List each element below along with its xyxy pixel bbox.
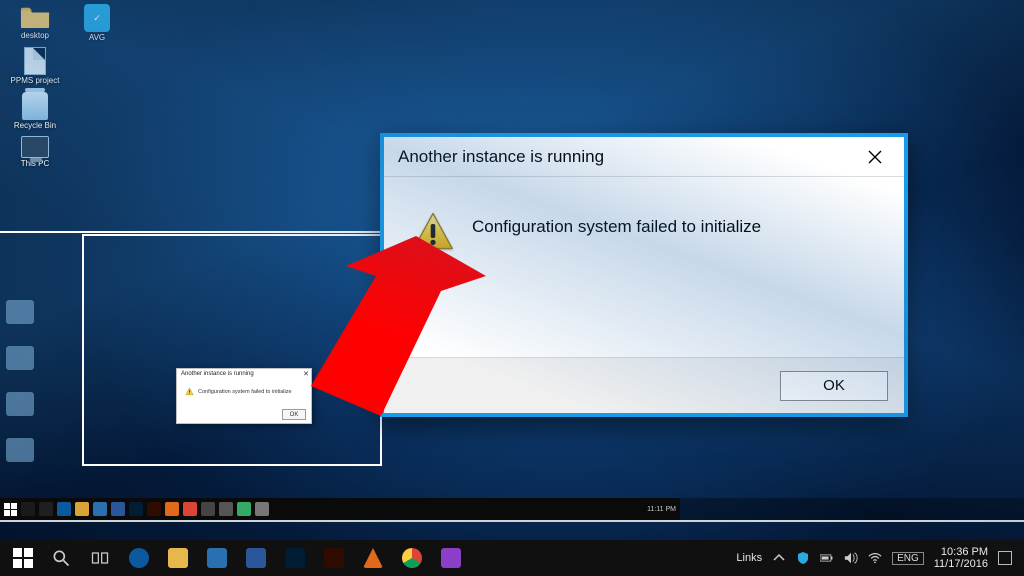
battery-icon[interactable] xyxy=(820,551,834,565)
desktop-icon-generic[interactable] xyxy=(6,346,34,370)
dialog-message: Configuration system failed to initializ… xyxy=(472,211,761,237)
shield-icon[interactable] xyxy=(796,551,810,565)
error-dialog: Another instance is running Configu xyxy=(384,137,904,413)
taskbar-app-generic[interactable] xyxy=(201,502,215,516)
zoom-source-frame xyxy=(82,234,382,466)
desktop-icons-col1: desktop PPMS project Recycle Bin This PC xyxy=(6,4,64,169)
taskbar-app-chrome[interactable] xyxy=(183,502,197,516)
ok-button[interactable]: OK xyxy=(780,371,888,401)
clock-time: 10:36 PM xyxy=(934,546,988,558)
recycle-bin-icon xyxy=(22,92,48,120)
close-icon xyxy=(868,150,882,164)
taskbar-app-chrome[interactable] xyxy=(394,544,430,572)
mini-dialog-title: Another instance is running xyxy=(181,371,307,377)
mini-dialog-message: Configuration system failed to initializ… xyxy=(198,389,292,395)
desktop-icon-generic[interactable] xyxy=(6,438,34,462)
desktop-icon-this-pc[interactable]: This PC xyxy=(6,136,64,169)
wifi-icon[interactable] xyxy=(868,551,882,565)
desktop-icon-desktop[interactable]: desktop xyxy=(6,4,64,41)
icon-label: Recycle Bin xyxy=(14,122,56,131)
outer-taskbar: Links ENG 10:36 PM 11/17/2016 xyxy=(0,540,1024,576)
inner-taskbar: 11:11 PM xyxy=(0,498,680,520)
taskview-icon[interactable] xyxy=(39,502,53,516)
taskbar-search-icon[interactable] xyxy=(43,544,79,572)
taskview-icon[interactable] xyxy=(82,544,118,572)
taskbar-app-edge[interactable] xyxy=(57,502,71,516)
taskbar-app-generic[interactable] xyxy=(255,502,269,516)
taskbar-app-word[interactable] xyxy=(238,544,274,572)
taskbar-search-icon[interactable] xyxy=(21,502,35,516)
taskbar-app-explorer[interactable] xyxy=(75,502,89,516)
folder-icon xyxy=(20,4,50,30)
icon-label: PPMS project xyxy=(11,77,60,86)
taskbar-app-generic[interactable] xyxy=(237,502,251,516)
taskbar-app-ai[interactable] xyxy=(147,502,161,516)
dialog-footer: OK xyxy=(384,357,904,413)
desktop-icon-generic[interactable] xyxy=(6,392,34,416)
error-dialog-window[interactable]: Another instance is running Configu xyxy=(380,133,908,417)
dialog-titlebar[interactable]: Another instance is running xyxy=(384,137,904,177)
icon-label: AVG xyxy=(89,34,105,43)
taskbar-app-ps[interactable] xyxy=(277,544,313,572)
start-button[interactable] xyxy=(6,544,40,572)
taskbar-app-generic[interactable] xyxy=(219,502,233,516)
mini-close-icon[interactable]: ✕ xyxy=(303,370,309,378)
this-pc-icon xyxy=(21,136,49,158)
taskbar-app-vlc[interactable] xyxy=(355,544,391,572)
inner-taskbar-clock[interactable]: 11:11 PM xyxy=(647,506,676,513)
icon-label: desktop xyxy=(21,32,49,41)
taskbar-app-generic[interactable] xyxy=(433,544,469,572)
action-center-icon[interactable] xyxy=(998,551,1012,565)
taskbar-app-store[interactable] xyxy=(199,544,235,572)
document-icon xyxy=(24,47,46,75)
mini-error-dialog[interactable]: Another instance is running ✕ Configurat… xyxy=(176,368,312,424)
inner-taskbar-shadow xyxy=(680,498,1024,520)
system-tray: Links ENG 10:36 PM 11/17/2016 xyxy=(736,546,1018,570)
start-button[interactable] xyxy=(4,503,17,516)
divider-line xyxy=(0,520,1024,522)
divider-line xyxy=(0,231,382,233)
dialog-body: Configuration system failed to initializ… xyxy=(384,177,904,357)
language-indicator[interactable]: ENG xyxy=(892,552,924,565)
desktop-icon-avg[interactable]: ✓ AVG xyxy=(68,4,126,43)
close-button[interactable] xyxy=(856,143,894,171)
taskbar-app-word[interactable] xyxy=(111,502,125,516)
taskbar-app-store[interactable] xyxy=(93,502,107,516)
volume-icon[interactable] xyxy=(844,551,858,565)
desktop-icons-blurred xyxy=(6,300,34,462)
desktop-icon-ppms[interactable]: PPMS project xyxy=(6,47,64,86)
taskbar-app-ps[interactable] xyxy=(129,502,143,516)
links-label[interactable]: Links xyxy=(736,552,762,564)
desktop-icon-generic[interactable] xyxy=(6,300,34,324)
taskbar-clock[interactable]: 10:36 PM 11/17/2016 xyxy=(934,546,988,570)
warning-icon xyxy=(412,211,454,251)
taskbar-app-ai[interactable] xyxy=(316,544,352,572)
taskbar-app-edge[interactable] xyxy=(121,544,157,572)
taskbar-app-vlc[interactable] xyxy=(165,502,179,516)
windows-desktop: desktop PPMS project Recycle Bin This PC… xyxy=(0,0,1024,576)
warning-icon xyxy=(185,387,194,396)
mini-dialog-body: Configuration system failed to initializ… xyxy=(185,387,305,396)
chevron-up-icon[interactable] xyxy=(772,551,786,565)
clock-date: 11/17/2016 xyxy=(934,558,988,570)
mini-ok-button[interactable]: OK xyxy=(282,409,306,420)
desktop-icon-recycle-bin[interactable]: Recycle Bin xyxy=(6,92,64,131)
desktop-icons-col2: ✓ AVG xyxy=(68,4,126,43)
taskbar-app-explorer[interactable] xyxy=(160,544,196,572)
dialog-title: Another instance is running xyxy=(398,147,604,167)
avg-icon: ✓ xyxy=(84,4,110,32)
